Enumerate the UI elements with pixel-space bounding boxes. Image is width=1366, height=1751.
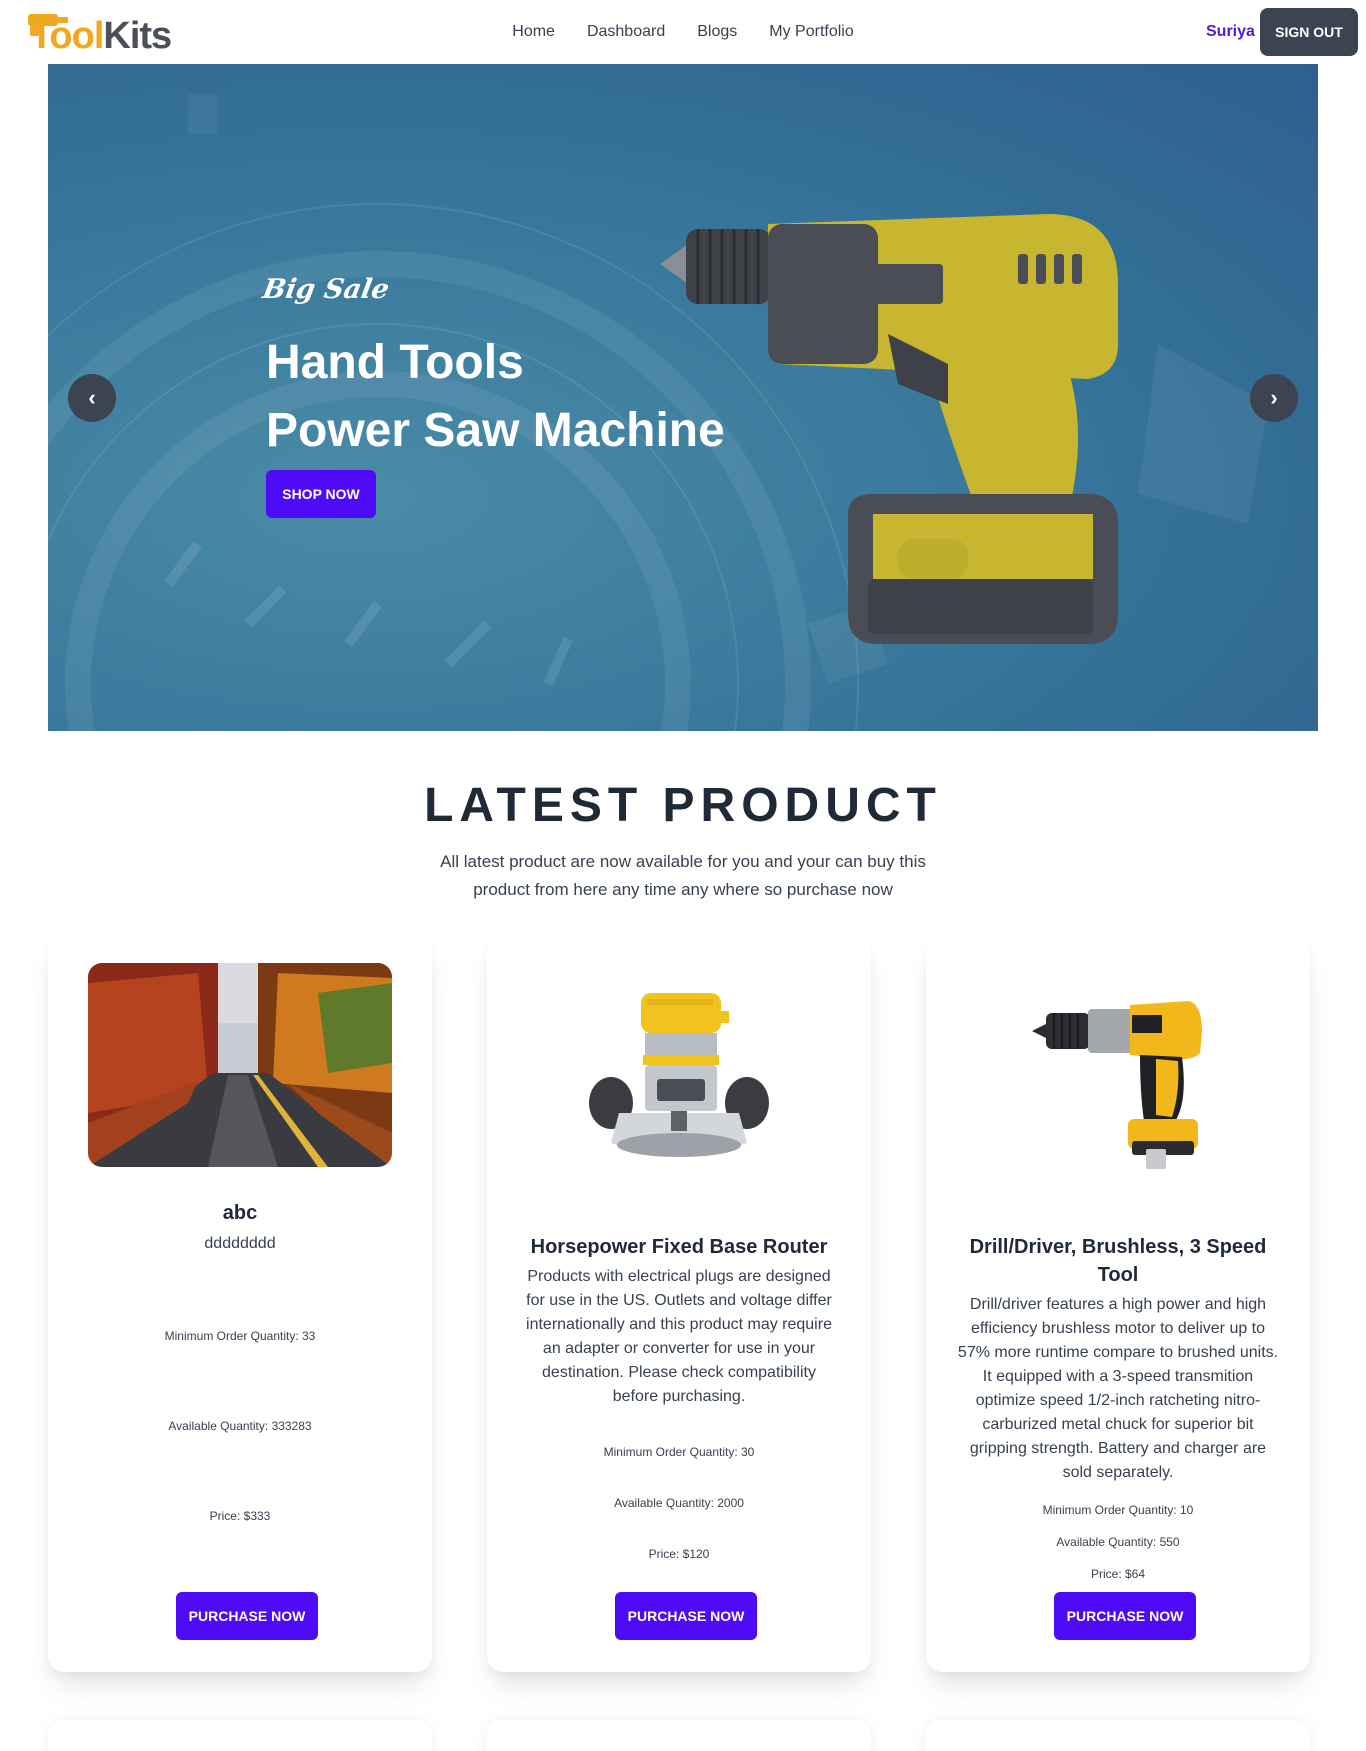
product-available-quantity: Available Quantity: 333283 <box>168 1419 312 1433</box>
sign-out-button[interactable]: SIGN OUT <box>1260 8 1358 56</box>
product-image-router <box>589 993 769 1157</box>
product-card-next-row <box>487 1720 871 1751</box>
navbar: ToolKits Home Dashboard Blogs My Portfol… <box>0 0 1366 64</box>
carousel-next-button[interactable]: › <box>1250 374 1298 422</box>
nav-link-blogs[interactable]: Blogs <box>697 20 737 44</box>
purchase-now-button[interactable]: PURCHASE NOW <box>615 1592 757 1640</box>
section-description: All latest product are now available for… <box>440 852 926 899</box>
product-image-drill-driver <box>1032 1001 1202 1169</box>
shop-now-button[interactable]: SHOP NOW <box>266 470 376 518</box>
product-description: dddddddd <box>204 1235 276 1252</box>
hero-carousel: Big Sale Hand Tools Power Saw Machine SH… <box>48 64 1318 731</box>
product-card-next-row <box>926 1720 1310 1751</box>
hero-title-line-2: Power Saw Machine <box>266 404 725 457</box>
nav-links: Home Dashboard Blogs My Portfolio <box>0 20 1366 44</box>
product-description: Products with electrical plugs are desig… <box>526 1268 832 1405</box>
product-min-order: Minimum Order Quantity: 33 <box>164 1329 316 1343</box>
purchase-now-button[interactable]: PURCHASE NOW <box>176 1592 318 1640</box>
product-card: abc dddddddd Minimum Order Quantity: 33 … <box>48 937 432 1672</box>
product-name: Horsepower Fixed Base Router <box>530 1236 828 1258</box>
chevron-right-icon: › <box>1270 385 1278 410</box>
section-title: LATEST PRODUCT <box>424 779 942 832</box>
product-card: Horsepower Fixed Base Router Products wi… <box>487 937 871 1672</box>
product-price: Price: $333 <box>209 1509 271 1523</box>
carousel-prev-button[interactable]: ‹ <box>68 374 116 422</box>
hero-tag: Big Sale <box>260 274 392 305</box>
product-name: Drill/Driver, Brushless, 3 Speed Tool <box>969 1236 1267 1286</box>
purchase-now-button[interactable]: PURCHASE NOW <box>1054 1592 1196 1640</box>
product-available-quantity: Available Quantity: 2000 <box>614 1496 744 1510</box>
product-available-quantity: Available Quantity: 550 <box>1056 1535 1180 1549</box>
product-min-order: Minimum Order Quantity: 10 <box>1042 1503 1194 1517</box>
product-card-next-row <box>48 1720 432 1751</box>
product-card: Drill/Driver, Brushless, 3 Speed Tool Dr… <box>926 937 1310 1672</box>
hero-title-line-1: Hand Tools <box>266 336 524 389</box>
nav-link-home[interactable]: Home <box>512 20 555 44</box>
chevron-left-icon: ‹ <box>88 385 96 410</box>
product-name: abc <box>222 1202 258 1224</box>
nav-link-my-portfolio[interactable]: My Portfolio <box>769 20 853 44</box>
product-min-order: Minimum Order Quantity: 30 <box>603 1445 755 1459</box>
product-description: Drill/driver features a high power and h… <box>957 1296 1279 1481</box>
product-price: Price: $120 <box>648 1547 710 1561</box>
product-image-autumn-road <box>88 963 392 1167</box>
user-name: Suriya <box>1206 23 1255 40</box>
nav-link-dashboard[interactable]: Dashboard <box>587 20 665 44</box>
hero-title: Hand Tools Power Saw Machine <box>266 329 725 465</box>
drill-hero-image <box>660 214 1118 644</box>
product-price: Price: $64 <box>1090 1567 1146 1581</box>
